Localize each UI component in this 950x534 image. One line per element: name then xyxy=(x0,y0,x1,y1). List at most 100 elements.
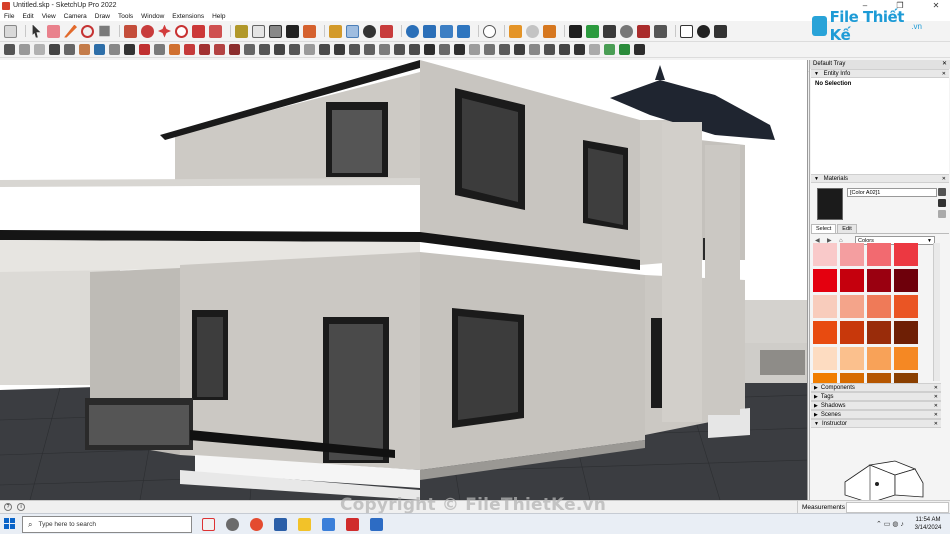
current-material-swatch[interactable] xyxy=(817,188,843,220)
menu-view[interactable]: View xyxy=(42,13,56,20)
user-icon[interactable] xyxy=(714,24,727,38)
geo-location-icon[interactable]: ? xyxy=(4,503,12,511)
add-plugin-icon[interactable] xyxy=(569,24,582,38)
taskbar-app-icon[interactable] xyxy=(202,518,215,531)
walk-icon[interactable] xyxy=(334,44,345,55)
sketchup-taskbar-icon[interactable] xyxy=(370,518,383,531)
close-button[interactable]: ✕ xyxy=(924,0,948,11)
textured-icon[interactable] xyxy=(94,44,105,55)
back-view-icon[interactable] xyxy=(244,44,255,55)
iso-view-icon[interactable] xyxy=(184,44,195,55)
tray-close-icon[interactable]: ✕ xyxy=(942,60,947,69)
zoom-icon[interactable] xyxy=(363,24,376,38)
material-name-field[interactable]: [Color A02]1 xyxy=(847,188,937,197)
intersect-icon[interactable] xyxy=(409,44,420,55)
move-icon[interactable] xyxy=(158,24,171,38)
material-swatch[interactable] xyxy=(867,269,891,292)
material-swatch[interactable] xyxy=(813,295,837,318)
settings-gear-icon[interactable] xyxy=(226,518,239,531)
panel-shadows[interactable]: ▶ Shadows ✕ xyxy=(811,401,941,410)
material-swatch[interactable] xyxy=(894,295,918,318)
panel-close-icon[interactable]: ✕ xyxy=(942,175,946,183)
tab-edit[interactable]: Edit xyxy=(837,224,857,233)
default-material-icon[interactable] xyxy=(938,210,946,218)
entity-info-header[interactable]: ▼ Entity Info ✕ xyxy=(811,69,949,78)
subtract-icon[interactable] xyxy=(454,44,465,55)
menu-edit[interactable]: Edit xyxy=(22,13,33,20)
file-explorer-icon[interactable] xyxy=(298,518,311,531)
shaded-icon[interactable] xyxy=(79,44,90,55)
autocad-icon[interactable] xyxy=(346,518,359,531)
line-pencil-icon[interactable] xyxy=(64,24,77,38)
right-view-icon[interactable] xyxy=(229,44,240,55)
orbit-icon[interactable] xyxy=(329,24,342,38)
create-material-icon[interactable] xyxy=(938,199,946,207)
trim-icon[interactable] xyxy=(469,44,480,55)
photos-icon[interactable] xyxy=(322,518,335,531)
vray-icon[interactable] xyxy=(604,44,615,55)
cloud-upload-icon[interactable] xyxy=(637,24,650,38)
unhide-icon[interactable] xyxy=(34,44,45,55)
user-account-icon[interactable] xyxy=(483,24,496,38)
3d-warehouse-icon[interactable] xyxy=(406,24,419,38)
checker-icon[interactable] xyxy=(620,24,633,38)
panel-close-icon[interactable]: ✕ xyxy=(934,411,938,419)
curviloft-icon[interactable] xyxy=(589,44,600,55)
component-icon[interactable] xyxy=(379,44,390,55)
eraser-icon[interactable] xyxy=(47,24,60,38)
panel-close-icon[interactable]: ✕ xyxy=(934,384,938,392)
explode-icon[interactable] xyxy=(394,44,405,55)
two-point-icon[interactable] xyxy=(304,44,315,55)
measurements-input[interactable] xyxy=(846,502,949,513)
tape-measure-icon[interactable] xyxy=(235,24,248,38)
perspective-icon[interactable] xyxy=(289,44,300,55)
material-swatch[interactable] xyxy=(813,243,837,266)
model-viewport[interactable] xyxy=(0,60,808,500)
shape-bender-icon[interactable] xyxy=(586,24,599,38)
menu-camera[interactable]: Camera xyxy=(64,13,87,20)
layout-icon[interactable] xyxy=(440,24,453,38)
menu-file[interactable]: File xyxy=(4,13,14,20)
offset-icon[interactable] xyxy=(209,24,222,38)
material-swatch[interactable] xyxy=(894,269,918,292)
system-tray-icons[interactable]: ⌃ ▭ ◍ ♪ xyxy=(876,520,904,528)
menu-extensions[interactable]: Extensions xyxy=(172,13,204,20)
gear-icon[interactable] xyxy=(4,44,15,55)
shield-app-icon[interactable] xyxy=(274,518,287,531)
material-swatch[interactable] xyxy=(813,269,837,292)
hide-icon[interactable] xyxy=(19,44,30,55)
xray-icon[interactable] xyxy=(124,44,135,55)
material-swatch[interactable] xyxy=(867,295,891,318)
instructor-toggle-icon[interactable]: i xyxy=(17,503,25,511)
hidden-line-icon[interactable] xyxy=(64,44,75,55)
refresh-icon[interactable] xyxy=(526,24,539,38)
sandbox-icon[interactable] xyxy=(509,24,522,38)
position-camera-icon[interactable] xyxy=(319,44,330,55)
left-view-icon[interactable] xyxy=(259,44,270,55)
push-pull-icon[interactable] xyxy=(124,24,137,38)
material-swatch[interactable] xyxy=(813,347,837,370)
select-arrow-icon[interactable] xyxy=(32,24,41,38)
swatch-scrollbar[interactable] xyxy=(933,243,940,381)
material-swatch[interactable] xyxy=(867,347,891,370)
mail-icon[interactable] xyxy=(680,24,693,38)
panel-close-icon[interactable]: ✕ xyxy=(942,70,946,78)
menu-tools[interactable]: Tools xyxy=(118,13,133,20)
material-swatch[interactable] xyxy=(813,321,837,344)
fredo-scale-icon[interactable] xyxy=(574,44,585,55)
material-swatch[interactable] xyxy=(840,269,864,292)
look-around-icon[interactable] xyxy=(349,44,360,55)
arc-icon[interactable] xyxy=(81,24,94,38)
panel-close-icon[interactable]: ✕ xyxy=(934,420,938,428)
material-swatch[interactable] xyxy=(894,321,918,344)
material-swatch[interactable] xyxy=(894,243,918,266)
info-icon[interactable] xyxy=(697,24,710,38)
panel-close-icon[interactable]: ✕ xyxy=(934,393,938,401)
material-swatch[interactable] xyxy=(840,347,864,370)
panel-close-icon[interactable]: ✕ xyxy=(934,402,938,410)
split-icon[interactable] xyxy=(484,44,495,55)
scale-icon[interactable] xyxy=(192,24,205,38)
materials-header[interactable]: ▼ Materials ✕ xyxy=(811,174,949,183)
follow-me-icon[interactable] xyxy=(141,24,154,38)
rectangle-icon[interactable] xyxy=(99,25,110,37)
